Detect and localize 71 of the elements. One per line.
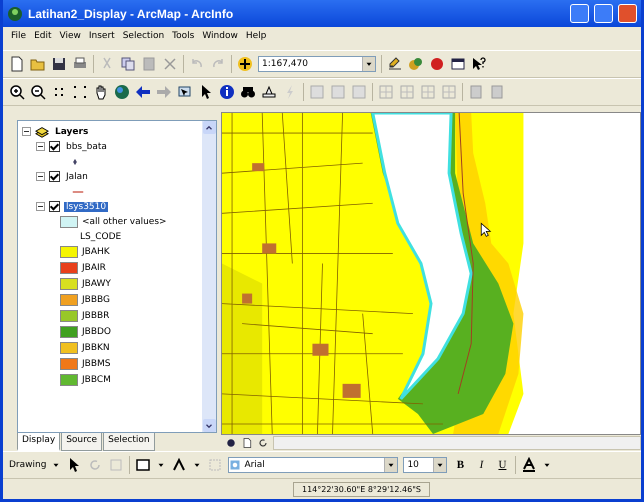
fixed-zoom-out-icon[interactable] <box>72 84 88 100</box>
legend-label: JBBDO <box>82 327 112 337</box>
layer-name[interactable]: bbs_bata <box>64 142 109 152</box>
layer-name[interactable]: Jalan <box>64 172 90 182</box>
underline-button[interactable]: U <box>494 459 510 471</box>
legend-label: JBAHK <box>82 247 110 257</box>
collapse-icon[interactable] <box>36 172 45 181</box>
menu-item[interactable]: Tools <box>172 31 194 46</box>
layer-checkbox[interactable] <box>49 171 60 182</box>
window-icon[interactable] <box>450 56 466 72</box>
binoculars-icon[interactable] <box>240 84 256 100</box>
identify-icon[interactable] <box>219 84 235 100</box>
data-view-icon[interactable] <box>225 437 237 449</box>
help-pointer-icon[interactable] <box>471 56 487 72</box>
bold-button[interactable]: B <box>452 459 468 471</box>
menu-item[interactable]: Selection <box>122 31 164 46</box>
minimize-button[interactable] <box>570 4 589 23</box>
font-field[interactable]: Arial <box>228 457 398 473</box>
measure-icon[interactable] <box>261 84 277 100</box>
app-icon[interactable] <box>7 6 23 22</box>
sphere-icon[interactable] <box>429 56 445 72</box>
legend-label: JBBCM <box>82 375 111 385</box>
save-icon[interactable] <box>51 56 67 72</box>
collapse-icon[interactable] <box>36 202 45 211</box>
collapse-icon[interactable] <box>22 127 31 136</box>
horizontal-scrollbar[interactable] <box>273 436 641 450</box>
italic-button[interactable]: I <box>473 459 490 471</box>
layer-checkbox[interactable] <box>49 201 60 212</box>
scale-field[interactable]: 1:167,470 <box>258 56 376 72</box>
new-document-icon[interactable] <box>9 56 25 72</box>
menu-item[interactable]: Window <box>202 31 238 46</box>
menu-item[interactable]: Help <box>246 31 266 46</box>
zoom-out-icon[interactable] <box>30 84 46 100</box>
layout-view-icon[interactable] <box>241 437 253 449</box>
globe-icon[interactable] <box>114 84 130 100</box>
close-button[interactable] <box>618 4 637 23</box>
maximize-button[interactable] <box>594 4 613 23</box>
font-size-field[interactable]: 10 <box>403 457 448 473</box>
coordinates-readout: 114°22'30.60"E 8°29'12.46"S <box>293 482 430 496</box>
toc-tab[interactable]: Display <box>17 433 60 451</box>
zoom-in-icon[interactable] <box>9 84 25 100</box>
legend-label: JBBBG <box>82 295 110 305</box>
editor-icon[interactable] <box>387 56 403 72</box>
legend-label: JBAWY <box>82 279 111 289</box>
menu-item[interactable]: File <box>11 31 26 46</box>
legend-label: JBAIR <box>82 263 106 273</box>
menu-item[interactable]: Edit <box>34 31 52 46</box>
menu-item[interactable]: Insert <box>88 31 115 46</box>
toc-tab[interactable]: Selection <box>103 433 155 451</box>
legend-swatch <box>60 216 78 228</box>
toc-tab[interactable]: Source <box>61 433 102 451</box>
layers-icon[interactable] <box>35 124 49 138</box>
menu-item[interactable]: View <box>60 31 81 46</box>
legend-label: JBBMS <box>82 359 110 369</box>
layer-checkbox[interactable] <box>49 141 60 152</box>
collapse-icon[interactable] <box>36 142 45 151</box>
legend-label: JBBKN <box>82 343 110 353</box>
add-data-icon[interactable] <box>237 56 253 72</box>
rectangle-icon[interactable] <box>135 457 152 473</box>
window-title: Latihan2_Display - ArcMap - ArcInfo <box>28 6 234 20</box>
drawing-menu[interactable]: Drawing <box>9 460 46 470</box>
layer-name[interactable]: lsys3510 <box>64 202 108 212</box>
legend-label: JBBBR <box>82 311 110 321</box>
legend-label: <all other values> <box>82 216 167 226</box>
back-arrow-icon[interactable] <box>135 84 151 100</box>
text-color-icon[interactable] <box>521 457 538 473</box>
vertical-scrollbar[interactable] <box>202 121 216 432</box>
legend-field: LS_CODE <box>80 232 122 242</box>
refresh-icon[interactable] <box>257 437 269 449</box>
layers-label[interactable]: Layers <box>53 126 90 136</box>
copy-icon[interactable] <box>120 56 136 72</box>
